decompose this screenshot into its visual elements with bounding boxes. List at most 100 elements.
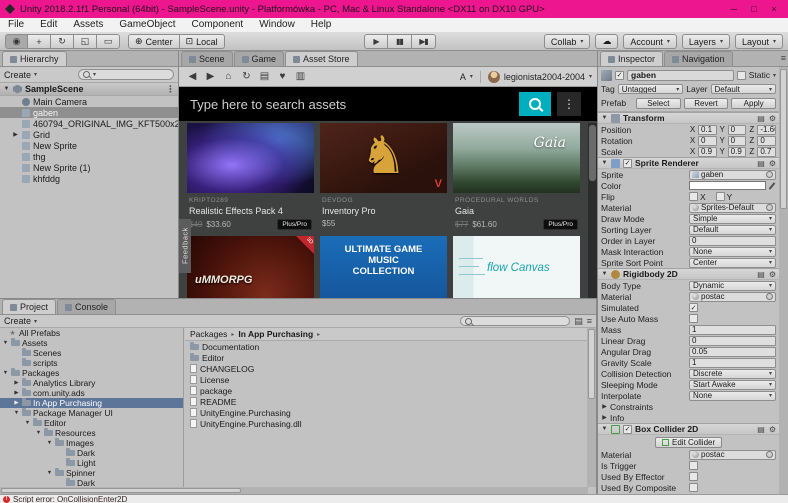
component-enabled-checkbox[interactable]	[623, 159, 632, 168]
tree-item-all-prefabs[interactable]: ★ All Prefabs	[0, 328, 183, 338]
file-item-changelog[interactable]: CHANGELOG	[185, 363, 587, 374]
expand-arrow-icon[interactable]: ▼	[24, 420, 31, 426]
file-item-unityengine-purchasing-dll[interactable]: UnityEngine.Purchasing.dll	[185, 418, 587, 429]
expand-arrow-icon[interactable]: ▼	[601, 160, 608, 166]
static-checkbox[interactable]	[737, 71, 746, 80]
collab-dropdown[interactable]: Collab ▾	[544, 34, 591, 49]
scrollbar-thumb[interactable]	[589, 125, 596, 181]
asset-search-input[interactable]	[188, 91, 513, 117]
rotation-z-field[interactable]: 0	[757, 136, 776, 146]
tree-item-in-app-purchasing[interactable]: ▶ In App Purchasing	[0, 398, 183, 408]
cart-icon[interactable]: ▥	[292, 69, 309, 84]
box-collider-section-header[interactable]: ▼ Box Collider 2D ▤ ⚙	[598, 423, 779, 435]
move-tool-button[interactable]: +	[28, 34, 51, 49]
position-x-field[interactable]: 0.1	[698, 125, 717, 135]
angular-drag-field[interactable]: 0.05	[689, 347, 776, 357]
hierarchy-item-grid[interactable]: ▶ Grid	[0, 129, 178, 140]
tab-scene[interactable]: Scene	[181, 51, 233, 66]
is-trigger-checkbox[interactable]	[689, 461, 698, 470]
expand-arrow-icon[interactable]: ▶	[601, 403, 608, 410]
layout-dropdown[interactable]: Layout ▾	[735, 34, 783, 49]
home-icon[interactable]: ⌂	[220, 69, 237, 84]
prefab-revert-button[interactable]: Revert	[684, 98, 729, 109]
inspector-scrollbar[interactable]	[779, 67, 788, 494]
scene-menu-icon[interactable]: ⋮	[166, 84, 175, 95]
file-item-documentation[interactable]: Documentation	[185, 341, 587, 352]
hierarchy-item-new-sprite[interactable]: New Sprite	[0, 140, 178, 151]
gear-icon[interactable]: ⚙	[769, 159, 776, 168]
minimize-button[interactable]: ─	[725, 2, 743, 16]
tab-navigation[interactable]: Navigation	[664, 51, 733, 66]
account-dropdown[interactable]: Account ▾	[623, 34, 677, 49]
pivot-toggle-button[interactable]: ⊕ Center	[128, 34, 180, 49]
hierarchy-search-input[interactable]: ▾	[78, 69, 174, 80]
object-picker-icon[interactable]	[766, 204, 773, 211]
text-size-button[interactable]: A	[460, 72, 466, 82]
constraints-foldout[interactable]: ▶ Constraints	[598, 401, 779, 412]
material-object-field[interactable]: Sprites-Default	[689, 203, 776, 213]
file-item-unityengine-purchasing[interactable]: UnityEngine.Purchasing	[185, 407, 587, 418]
tree-item-resources[interactable]: ▼ Resources	[0, 428, 183, 438]
tree-item-editor[interactable]: ▼ Editor	[0, 418, 183, 428]
feedback-tab[interactable]: Feedback	[179, 219, 191, 273]
sprite-sort-point-dropdown[interactable]: Center ▾	[689, 258, 776, 268]
sleeping-mode-dropdown[interactable]: Start Awake ▾	[689, 380, 776, 390]
refresh-icon[interactable]: ↻	[238, 69, 255, 84]
space-toggle-button[interactable]: ⊡ Local	[180, 34, 225, 49]
file-item-license[interactable]: License	[185, 374, 587, 385]
gravity-scale-field[interactable]: 1	[689, 358, 776, 368]
help-book-icon[interactable]: ▤	[757, 159, 765, 168]
expand-arrow-icon[interactable]: ▶	[13, 390, 20, 396]
collections-icon[interactable]: ▤	[256, 69, 273, 84]
asset-store-scrollbar[interactable]	[588, 123, 597, 298]
tab-inspector[interactable]: Inspector	[600, 51, 663, 66]
physics-material-object-field[interactable]: postac	[689, 292, 776, 302]
component-enabled-checkbox[interactable]	[623, 425, 632, 434]
expand-arrow-icon[interactable]: ▼	[13, 410, 20, 416]
panel-menu-icon[interactable]: ≡	[587, 316, 592, 326]
menu-edit[interactable]: Edit	[32, 18, 65, 32]
tree-item-com-unity-ads[interactable]: ▶ com.unity.ads	[0, 388, 183, 398]
expand-arrow-icon[interactable]: ▼	[601, 115, 608, 121]
status-bar[interactable]: ! Script error: OnCollisionEnter2D	[0, 494, 788, 503]
hierarchy-item-image[interactable]: 460794_ORIGINAL_IMG_KFT500x250	[0, 118, 178, 129]
tree-item-images[interactable]: ▼ Images	[0, 438, 183, 448]
tree-item-spinner-dark[interactable]: Dark	[0, 478, 183, 487]
flip-y-checkbox[interactable]	[716, 192, 725, 201]
expand-arrow-icon[interactable]: ▼	[46, 440, 53, 446]
gear-icon[interactable]: ⚙	[769, 270, 776, 279]
chevron-down-icon[interactable]: ▾	[773, 72, 776, 79]
cloud-button[interactable]: ☁	[595, 34, 618, 49]
layers-dropdown[interactable]: Layers ▾	[682, 34, 730, 49]
hierarchy-item-main-camera[interactable]: Main Camera	[0, 96, 178, 107]
scrollbar-thumb[interactable]	[780, 69, 787, 209]
hierarchy-create-dropdown[interactable]: Create ▾	[4, 70, 37, 80]
use-auto-mass-checkbox[interactable]	[689, 314, 698, 323]
search-by-type-icon[interactable]: ▤	[574, 316, 583, 327]
file-item-editor[interactable]: Editor	[185, 352, 587, 363]
prefab-select-button[interactable]: Select	[636, 98, 681, 109]
forward-icon[interactable]: ▶	[202, 69, 219, 84]
tree-item-scenes[interactable]: Scenes	[0, 348, 183, 358]
object-picker-icon[interactable]	[766, 293, 773, 300]
menu-assets[interactable]: Assets	[65, 18, 111, 32]
hierarchy-item-thg[interactable]: thg	[0, 151, 178, 162]
asset-card-inventory-pro[interactable]: ♞ V DEVDOG Inventory Pro $55	[320, 123, 447, 230]
sprite-object-field[interactable]: gaben	[689, 170, 776, 180]
menu-help[interactable]: Help	[303, 18, 340, 32]
panel-menu-icon[interactable]: ≡	[781, 53, 786, 63]
used-by-effector-checkbox[interactable]	[689, 472, 698, 481]
tree-item-analytics-library[interactable]: ▶ Analytics Library	[0, 378, 183, 388]
active-checkbox[interactable]	[615, 71, 624, 80]
gameobject-name-field[interactable]: gaben	[627, 70, 734, 81]
hierarchy-item-gaben[interactable]: gaben	[0, 107, 178, 118]
flip-x-checkbox[interactable]	[689, 192, 698, 201]
asset-card-gaia[interactable]: Gaia PROCEDURAL WORLDS Gaia $77 $61.60 P…	[453, 123, 580, 230]
search-button[interactable]	[519, 92, 551, 116]
rigidbody-section-header[interactable]: ▼ Rigidbody 2D ▤ ⚙	[598, 268, 779, 280]
interpolate-dropdown[interactable]: None ▾	[689, 391, 776, 401]
expand-arrow-icon[interactable]: ▶	[12, 131, 19, 138]
help-book-icon[interactable]: ▤	[757, 114, 765, 123]
sorting-layer-dropdown[interactable]: Default ▾	[689, 225, 776, 235]
object-picker-icon[interactable]	[766, 171, 773, 178]
